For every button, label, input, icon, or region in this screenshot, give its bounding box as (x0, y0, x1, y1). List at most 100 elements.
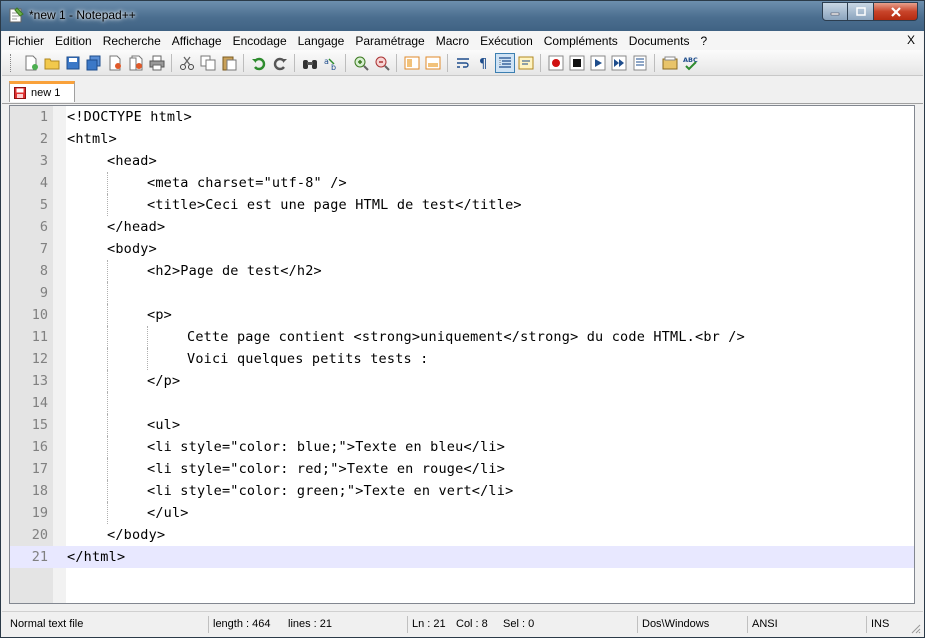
menu-fichier[interactable]: Fichier (2, 34, 49, 48)
code-editor[interactable]: 1 <!DOCTYPE html> 2 <html> 3 <head> 4 <meta cha… (9, 105, 915, 604)
redo-button[interactable] (272, 55, 288, 71)
title-bar[interactable]: *new 1 - Notepad++ (1, 1, 924, 31)
toolbar-separator (243, 53, 244, 72)
close-document-button[interactable]: X (907, 33, 915, 47)
zoom-out-button[interactable] (374, 55, 390, 71)
code-line[interactable]: 16 <li style="color: blue;">Texte en bleu… (10, 436, 914, 458)
spellcheck-button[interactable]: ABC (683, 55, 699, 71)
code-line[interactable]: 20 </body> (10, 524, 914, 546)
menu-macro[interactable]: Macro (430, 34, 474, 48)
sync-vertical-button[interactable] (404, 55, 420, 71)
line-number: 20 (31, 527, 48, 543)
code-line[interactable]: 6 </head> (10, 216, 914, 238)
code-text: <body> (107, 241, 157, 257)
save-all-button[interactable] (86, 55, 102, 71)
indent-guide (107, 260, 108, 282)
record-macro-button[interactable] (548, 55, 564, 71)
toolbar-grip[interactable] (10, 53, 14, 72)
code-line[interactable]: 17 <li style="color: red;">Texte en rouge… (10, 458, 914, 480)
menu-help[interactable]: ? (695, 34, 713, 48)
toolbar-separator (654, 53, 655, 72)
menu-execution[interactable]: Exécution (474, 34, 538, 48)
play-macro-button[interactable] (590, 55, 606, 71)
maximize-button[interactable] (848, 2, 874, 21)
code-line[interactable]: 14 (10, 392, 914, 414)
notepadpp-icon (9, 7, 24, 23)
code-line[interactable]: 4 <meta charset="utf-8" /> (10, 172, 914, 194)
menu-complements[interactable]: Compléments (538, 34, 623, 48)
show-all-chars-button[interactable]: ¶ (476, 55, 492, 71)
menu-recherche[interactable]: Recherche (97, 34, 166, 48)
menu-langage[interactable]: Langage (292, 34, 350, 48)
minimize-button[interactable] (822, 2, 848, 21)
indent-guide (107, 370, 108, 392)
code-line[interactable]: 12 Voici quelques petits tests : (10, 348, 914, 370)
status-length: length : 464 (208, 616, 271, 633)
status-eol[interactable]: Dos\Windows (637, 616, 709, 633)
paste-button[interactable] (221, 55, 237, 71)
save-button[interactable] (65, 55, 81, 71)
zoom-in-button[interactable] (353, 55, 369, 71)
undo-icon (252, 57, 266, 70)
undo-button[interactable] (251, 55, 267, 71)
sync-horizontal-icon (425, 56, 441, 69)
close-file-icon (109, 55, 121, 70)
menu-edition[interactable]: Edition (49, 34, 97, 48)
code-line[interactable]: 8 <h2>Page de test</h2> (10, 260, 914, 282)
code-line[interactable]: 19 </ul> (10, 502, 914, 524)
line-number: 21 (31, 549, 48, 565)
save-macro-icon (633, 55, 647, 70)
code-text: <html> (67, 131, 117, 147)
toolbar-separator (396, 53, 397, 72)
code-line[interactable]: 15 <ul> (10, 414, 914, 436)
status-encoding[interactable]: ANSI (747, 616, 778, 633)
resize-grip-icon[interactable] (909, 622, 921, 634)
close-all-button[interactable] (128, 55, 144, 71)
code-line[interactable]: 1 <!DOCTYPE html> (10, 106, 914, 128)
svg-text:¶: ¶ (479, 57, 487, 71)
code-line[interactable]: 11 Cette page contient <strong>uniquement… (10, 326, 914, 348)
menu-affichage[interactable]: Affichage (166, 34, 227, 48)
trim-button[interactable] (662, 55, 678, 71)
print-button[interactable] (149, 55, 165, 71)
code-text: Cette page contient <strong>uniquement</… (187, 329, 745, 345)
menu-documents[interactable]: Documents (623, 34, 695, 48)
new-file-button[interactable] (23, 55, 39, 71)
close-all-icon (129, 55, 143, 70)
code-line[interactable]: 21 </html> (10, 546, 914, 568)
close-file-button[interactable] (107, 55, 123, 71)
save-macro-button[interactable] (632, 55, 648, 71)
code-line[interactable]: 5 <title>Ceci est une page HTML de test</… (10, 194, 914, 216)
open-file-button[interactable] (44, 55, 60, 71)
run-macro-multiple-button[interactable] (611, 55, 627, 71)
code-line[interactable]: 7 <body> (10, 238, 914, 260)
menu-parametrage[interactable]: Paramétrage (349, 34, 429, 48)
replace-button[interactable]: ab (323, 55, 339, 71)
code-line[interactable]: 3 <head> (10, 150, 914, 172)
indent-guide (107, 436, 108, 458)
cut-button[interactable] (179, 55, 195, 71)
code-lines: 1 <!DOCTYPE html> 2 <html> 3 <head> 4 <meta cha… (10, 106, 914, 568)
tab-new-1[interactable]: new 1 (9, 81, 75, 102)
indent-guide-icon (499, 56, 511, 68)
code-text: <li style="color: blue;">Texte en bleu</… (147, 439, 506, 455)
code-line[interactable]: 18 <li style="color: green;">Texte en ver… (10, 480, 914, 502)
code-text: </ul> (147, 505, 189, 521)
code-line[interactable]: 13 </p> (10, 370, 914, 392)
status-insert-mode[interactable]: INS (866, 616, 889, 633)
find-button[interactable] (302, 55, 318, 71)
word-wrap-button[interactable] (455, 55, 471, 71)
code-line[interactable]: 10 <p> (10, 304, 914, 326)
user-define-lang-button[interactable] (518, 55, 534, 71)
copy-button[interactable] (200, 55, 216, 71)
maximize-icon (855, 7, 866, 16)
code-line[interactable]: 2 <html> (10, 128, 914, 150)
tab-label: new 1 (31, 87, 61, 99)
sync-horizontal-button[interactable] (425, 55, 441, 71)
code-text: <meta charset="utf-8" /> (147, 175, 347, 191)
close-button[interactable] (874, 2, 918, 21)
stop-macro-button[interactable] (569, 55, 585, 71)
menu-encodage[interactable]: Encodage (227, 34, 292, 48)
code-line[interactable]: 9 (10, 282, 914, 304)
indent-guide-button[interactable] (495, 52, 515, 73)
